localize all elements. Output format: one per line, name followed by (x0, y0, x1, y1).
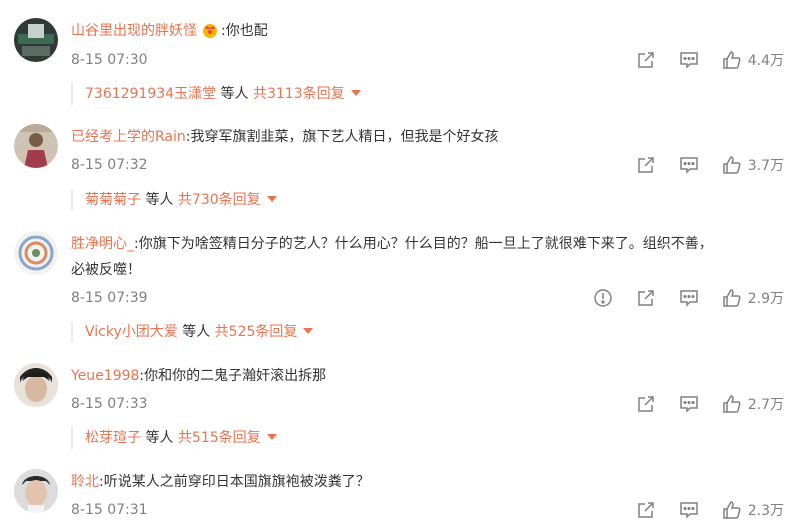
thumbs-up-icon (722, 155, 742, 175)
comment-username[interactable]: 胜净明心_ (71, 236, 134, 252)
comment-time: 8-15 07:31 (71, 502, 148, 518)
share-icon[interactable] (636, 394, 656, 414)
chevron-down-icon[interactable] (266, 196, 277, 202)
comment-icon[interactable] (679, 500, 699, 520)
comment-content: 我穿军旗割韭菜，旗下艺人精日，但我是个好女孩 (190, 129, 499, 145)
comment-username[interactable]: 已经考上学的Rain (71, 129, 186, 145)
comment-text: 胜净明心_:你旗下为啥签精日分子的艺人？什么用心？什么目的？船一旦上了就很难下来… (71, 231, 786, 283)
reply-username[interactable]: 7361291934玉潇堂 (85, 86, 216, 102)
chevron-down-icon[interactable] (303, 328, 314, 334)
comment-username[interactable]: Yeue1998 (71, 368, 139, 384)
reply-summary[interactable]: Vicky小团大爱 等人 共525条回复 (71, 321, 314, 343)
like-count: 4.4万 (747, 53, 784, 69)
comment-icon[interactable] (679, 394, 699, 414)
comment-text: 山谷里出现的胖妖怪:你也配 (71, 18, 786, 44)
like-button[interactable]: 4.4万 (722, 50, 784, 70)
chevron-down-icon[interactable] (266, 434, 277, 440)
reply-summary[interactable]: 7361291934玉潇堂 等人 共3113条回复 (71, 83, 361, 105)
comment-actions: 4.4万 (613, 49, 784, 71)
like-button[interactable]: 2.3万 (722, 500, 784, 520)
thumbs-up-icon (722, 500, 742, 520)
comment-time: 8-15 07:32 (71, 157, 148, 173)
thumbs-up-icon (722, 288, 742, 308)
reply-count-link[interactable]: 共730条回复 (178, 192, 261, 208)
reply-username[interactable]: 菊菊菊子 (85, 192, 141, 208)
comment-username[interactable]: 山谷里出现的胖妖怪 (71, 23, 197, 39)
comment-actions: 3.7万 (613, 154, 784, 176)
like-button[interactable]: 2.7万 (722, 394, 784, 414)
reply-summary[interactable]: 菊菊菊子 等人 共730条回复 (71, 189, 277, 211)
reply-count-link[interactable]: 共525条回复 (215, 324, 298, 340)
report-icon[interactable] (593, 288, 613, 308)
comment-content-line2: 必被反噬！ (71, 262, 141, 278)
comment-content: 你和你的二鬼子瀚奸滚出拆那 (144, 368, 327, 384)
avatar[interactable] (14, 231, 58, 275)
avatar[interactable] (14, 124, 58, 168)
comment-content: 你旗下为啥签精日分子的艺人？什么用心？什么目的？船一旦上了就很难下来了。组织不善… (138, 236, 713, 252)
reply-summary[interactable]: 松芽瑄子 等人 共515条回复 (71, 427, 277, 449)
reply-mid-text: 等人 (145, 192, 174, 208)
share-icon[interactable] (636, 500, 656, 520)
crown-badge-icon (201, 21, 219, 38)
comment-text: 已经考上学的Rain:我穿军旗割韭菜，旗下艺人精日，但我是个好女孩 (71, 124, 786, 150)
like-count: 2.7万 (747, 397, 784, 413)
avatar[interactable] (14, 469, 58, 513)
comment-time: 8-15 07:33 (71, 396, 148, 412)
share-icon[interactable] (636, 288, 656, 308)
thumbs-up-icon (722, 50, 742, 70)
avatar[interactable] (14, 18, 58, 62)
comment-username[interactable]: 聆北 (71, 474, 99, 490)
comment-content: 听说某人之前穿印日本国旗旗袍被泼粪了？ (103, 474, 370, 490)
share-icon[interactable] (636, 50, 656, 70)
like-count: 3.7万 (747, 158, 784, 174)
reply-count-link[interactable]: 共515条回复 (178, 430, 261, 446)
comment-actions: 2.3万 (613, 499, 784, 521)
comment-icon[interactable] (679, 288, 699, 308)
reply-mid-text: 等人 (182, 324, 211, 340)
comment-time: 8-15 07:30 (71, 52, 148, 68)
thumbs-up-icon (722, 394, 742, 414)
comment-time: 8-15 07:39 (71, 290, 148, 306)
share-icon[interactable] (636, 155, 656, 175)
reply-username[interactable]: 松芽瑄子 (85, 430, 141, 446)
avatar[interactable] (14, 363, 58, 407)
reply-username[interactable]: Vicky小团大爱 (85, 324, 178, 340)
comment-text: 聆北:听说某人之前穿印日本国旗旗袍被泼粪了？ (71, 469, 786, 495)
reply-mid-text: 等人 (145, 430, 174, 446)
comment-actions: 2.7万 (613, 393, 784, 415)
like-button[interactable]: 2.9万 (722, 288, 784, 308)
comment-text: Yeue1998:你和你的二鬼子瀚奸滚出拆那 (71, 363, 786, 389)
reply-count-link[interactable]: 共3113条回复 (253, 86, 345, 102)
comment-icon[interactable] (679, 155, 699, 175)
comment-content: 你也配 (225, 23, 268, 39)
comment-actions: 2.9万 (570, 287, 784, 309)
like-button[interactable]: 3.7万 (722, 155, 784, 175)
comment-icon[interactable] (679, 50, 699, 70)
like-count: 2.9万 (747, 291, 784, 307)
reply-mid-text: 等人 (220, 86, 249, 102)
chevron-down-icon[interactable] (350, 90, 361, 96)
like-count: 2.3万 (747, 503, 784, 519)
